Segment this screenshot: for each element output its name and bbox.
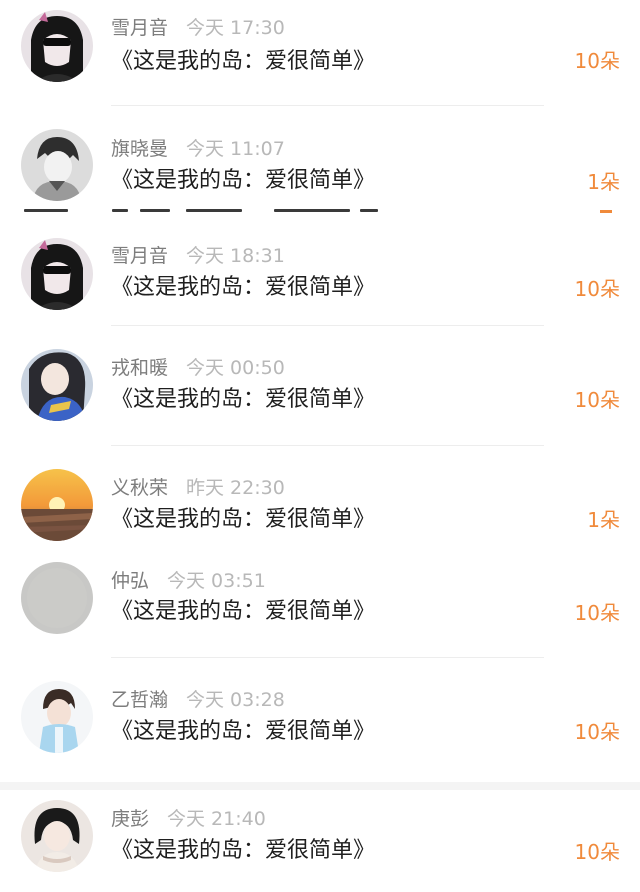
user-avatar[interactable]: [21, 469, 93, 541]
item-title: 《这是我的岛：爱很简单》: [111, 387, 376, 412]
sender-name: 旗晓曼: [111, 138, 169, 160]
flower-count: 10朵: [574, 277, 620, 301]
sender-name: 雪月音: [111, 245, 169, 267]
send-time: 今天 03:51: [167, 570, 266, 592]
divider: [111, 445, 544, 446]
item-title: 《这是我的岛：爱很简单》: [111, 719, 376, 744]
item-title: 《这是我的岛：爱很简单》: [111, 275, 376, 300]
list-item[interactable]: 雪月音 今天 17:30 《这是我的岛：爱很简单》 10朵: [0, 0, 640, 100]
list-item[interactable]: 义秋荣 昨天 22:30 《这是我的岛：爱很简单》 1朵: [0, 460, 640, 560]
list-item[interactable]: 戎和暖 今天 00:50 《这是我的岛：爱很简单》 10朵: [0, 340, 640, 440]
flower-count: 10朵: [574, 720, 620, 744]
send-time: 今天 17:30: [186, 17, 285, 39]
sender-meta: 仲弘 今天 03:51: [111, 569, 266, 593]
list-item[interactable]: 乙哲瀚 今天 03:28 《这是我的岛：爱很简单》 10朵: [0, 672, 640, 772]
section-separator: [0, 782, 640, 790]
send-time: 今天 21:40: [167, 808, 266, 830]
flower-count: 1朵: [587, 170, 620, 194]
list-item[interactable]: 庚彭 今天 21:40 《这是我的岛：爱很简单》 10朵: [0, 792, 640, 892]
flower-count: 10朵: [574, 49, 620, 73]
sender-meta: 雪月音 今天 17:30: [111, 16, 285, 40]
list-item[interactable]: 仲弘 今天 03:51 《这是我的岛：爱很简单》 10朵: [0, 553, 640, 653]
item-title: 《这是我的岛：爱很简单》: [111, 838, 376, 863]
user-avatar[interactable]: [21, 681, 93, 753]
flower-count: 10朵: [574, 601, 620, 625]
divider: [111, 325, 544, 326]
user-avatar[interactable]: [21, 562, 93, 634]
flower-count: 1朵: [587, 508, 620, 532]
sender-name: 戎和暖: [111, 357, 169, 379]
user-avatar[interactable]: [21, 238, 93, 310]
rendering-glitch-strip: [0, 207, 640, 215]
send-time: 今天 11:07: [186, 138, 285, 160]
sender-meta: 庚彭 今天 21:40: [111, 807, 266, 831]
item-title: 《这是我的岛：爱很简单》: [111, 49, 376, 74]
divider: [111, 657, 544, 658]
sender-meta: 雪月音 今天 18:31: [111, 244, 285, 268]
sender-name: 仲弘: [111, 570, 150, 592]
item-title: 《这是我的岛：爱很简单》: [111, 599, 376, 624]
flower-count: 10朵: [574, 840, 620, 864]
sender-meta: 旗晓曼 今天 11:07: [111, 137, 285, 161]
sender-name: 庚彭: [111, 808, 150, 830]
user-avatar[interactable]: [21, 800, 93, 872]
item-title: 《这是我的岛：爱很简单》: [111, 168, 376, 193]
send-time: 今天 18:31: [186, 245, 285, 267]
flower-count: 10朵: [574, 388, 620, 412]
sender-name: 雪月音: [111, 17, 169, 39]
send-time: 今天 03:28: [186, 689, 285, 711]
divider: [111, 105, 544, 106]
send-time: 昨天 22:30: [186, 477, 285, 499]
gift-record-list: 雪月音 今天 17:30 《这是我的岛：爱很简单》 10朵 旗晓曼 今天 11:07…: [0, 0, 640, 890]
user-avatar[interactable]: [21, 129, 93, 201]
send-time: 今天 00:50: [186, 357, 285, 379]
sender-name: 乙哲瀚: [111, 689, 169, 711]
sender-meta: 戎和暖 今天 00:50: [111, 356, 285, 380]
sender-meta: 义秋荣 昨天 22:30: [111, 476, 285, 500]
item-title: 《这是我的岛：爱很简单》: [111, 507, 376, 532]
user-avatar[interactable]: [21, 10, 93, 82]
sender-meta: 乙哲瀚 今天 03:28: [111, 688, 285, 712]
list-item[interactable]: 雪月音 今天 18:31 《这是我的岛：爱很简单》 10朵: [0, 229, 640, 329]
user-avatar[interactable]: [21, 349, 93, 421]
sender-name: 义秋荣: [111, 477, 169, 499]
list-item[interactable]: 旗晓曼 今天 11:07 《这是我的岛：爱很简单》 1朵: [0, 120, 640, 220]
